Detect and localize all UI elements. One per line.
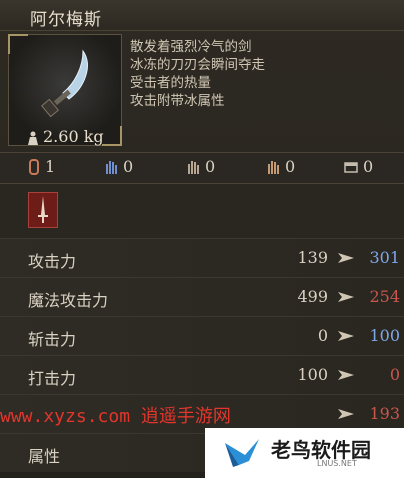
description-line: 受击者的热量 [130,75,211,91]
requirement-value: 0 [205,157,216,176]
stat-label: 打击力 [28,369,77,388]
requirement-strength: 1 [28,157,55,176]
frame-corner [102,126,122,146]
dexterity-icon [106,160,117,174]
requirement-intelligence: 0 [186,157,215,176]
weight-display: 2.60 kg [27,127,104,146]
stat-compare-value: 254 [369,287,400,306]
arrow-right-icon [338,292,354,302]
site-logo: 老鸟软件园 LNUS.NET [205,428,404,478]
watermark: www.xyzs.com 逍遥手游网 [0,402,231,428]
stat-row: 攻击力 139 301 [0,238,404,277]
item-image-frame: 2.60 kg [8,34,122,146]
stat-row: 打击力 100 0 [0,355,404,394]
stat-compare-value: 100 [369,326,400,345]
weapon-skill-icon[interactable] [28,192,58,228]
arrow-right-icon [338,331,354,341]
stat-row: 斩击力 0 100 [0,316,404,355]
stat-current-value: 139 [297,248,328,267]
watermark-url: www.xyzs.com [0,406,131,427]
requirement-dexterity: 0 [104,157,133,176]
requirements-row: 1 0 0 0 0 [0,152,404,184]
arrow-right-icon [338,253,354,263]
stat-label: 斩击力 [28,330,77,349]
skill-sword-icon [38,196,48,223]
faith-icon [268,160,279,174]
stat-label: 魔法攻击力 [28,291,109,310]
intelligence-icon [188,160,199,174]
arrow-right-icon [338,409,354,419]
requirement-value: 1 [45,157,56,176]
bird-logo-icon [225,439,259,467]
stat-compare-value: 0 [389,365,400,384]
weight-icon [28,131,38,145]
watermark-site-name: 逍遥手游网 [140,406,231,427]
requirement-faith: 0 [266,157,295,176]
requirement-value: 0 [123,157,134,176]
arrow-right-icon [338,370,354,380]
sword-icon [40,49,88,118]
title-bar: 阿尔梅斯 [0,0,404,31]
description-line: 散发着强烈冷气的剑 [130,39,252,55]
item-description: 散发着强烈冷气的剑 冰冻的刀刃会瞬间夺走 受击者的热量 攻击附带冰属性 [130,38,398,110]
description-line: 攻击附带冰属性 [130,93,225,109]
stat-current-value: 499 [297,287,328,306]
strength-icon [29,158,39,175]
requirement-value: 0 [363,157,374,176]
item-title: 阿尔梅斯 [30,10,102,30]
stat-label: 攻击力 [28,252,77,271]
arcane-icon [344,161,358,173]
stat-current-value: 0 [317,326,328,345]
stat-current-value: 100 [297,365,328,384]
description-line: 冰冻的刀刃会瞬间夺走 [130,57,265,73]
weight-value: 2.60 kg [43,127,104,146]
stat-compare-value: 301 [369,248,400,267]
requirement-arcane: 0 [344,157,373,176]
stat-compare-value: 193 [369,404,400,423]
item-detail-panel: 阿尔梅斯 2.60 kg 散发着强烈冷气的剑 冰冻的刀刃会瞬间夺走 受击者的热量… [0,0,404,478]
requirement-value: 0 [285,157,296,176]
logo-subtext: LNUS.NET [317,459,357,468]
stat-row: 魔法攻击力 499 254 [0,277,404,316]
stat-label: 属性 [28,447,61,466]
frame-corner [8,34,28,54]
